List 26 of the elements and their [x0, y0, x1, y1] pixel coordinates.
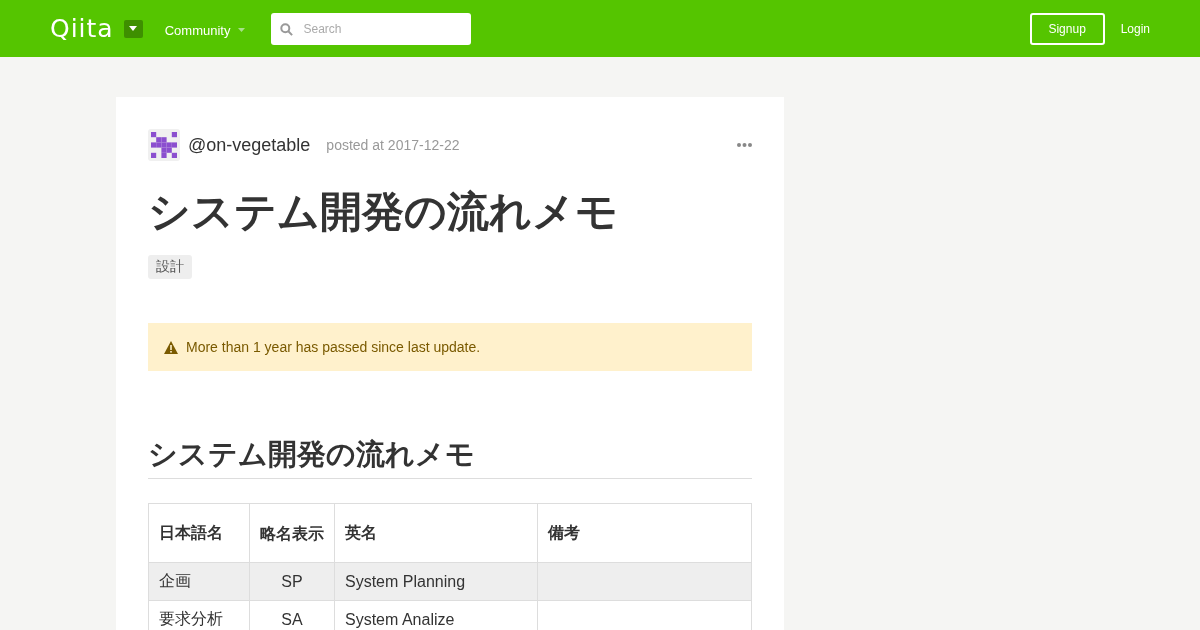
warning-icon	[164, 340, 178, 354]
table-cell: System Planning	[334, 562, 538, 601]
login-link[interactable]: Login	[1120, 21, 1150, 36]
column-header: 略名表示	[249, 503, 335, 563]
section-heading: システム開発の流れメモ	[148, 437, 752, 480]
caret-icon	[129, 26, 138, 31]
tag[interactable]: 設計	[148, 255, 192, 280]
alert-text: More than 1 year has passed since last update.	[186, 339, 481, 356]
logo-menu-button[interactable]	[123, 19, 143, 38]
posted-date: posted at 2017-12-22	[326, 137, 460, 153]
signup-button[interactable]: Signup	[1029, 12, 1105, 45]
community-menu[interactable]: Community	[164, 22, 246, 38]
logo[interactable]: Qiita	[50, 14, 114, 43]
author-link[interactable]: @on-vegetable	[188, 134, 311, 156]
more-icon[interactable]	[737, 143, 752, 147]
column-header: 備考	[537, 503, 752, 563]
column-header: 英名	[334, 503, 538, 563]
table-cell: SP	[249, 562, 335, 601]
caret-icon	[238, 28, 246, 32]
table-cell: 企画	[148, 562, 250, 601]
search-icon	[280, 22, 294, 36]
avatar-icon[interactable]	[148, 129, 180, 161]
table-cell: 要求分析	[148, 600, 250, 630]
search-field[interactable]: Search	[271, 12, 472, 45]
column-header: 日本語名	[148, 503, 250, 563]
article-title: システム開発の流れメモ	[148, 187, 619, 237]
